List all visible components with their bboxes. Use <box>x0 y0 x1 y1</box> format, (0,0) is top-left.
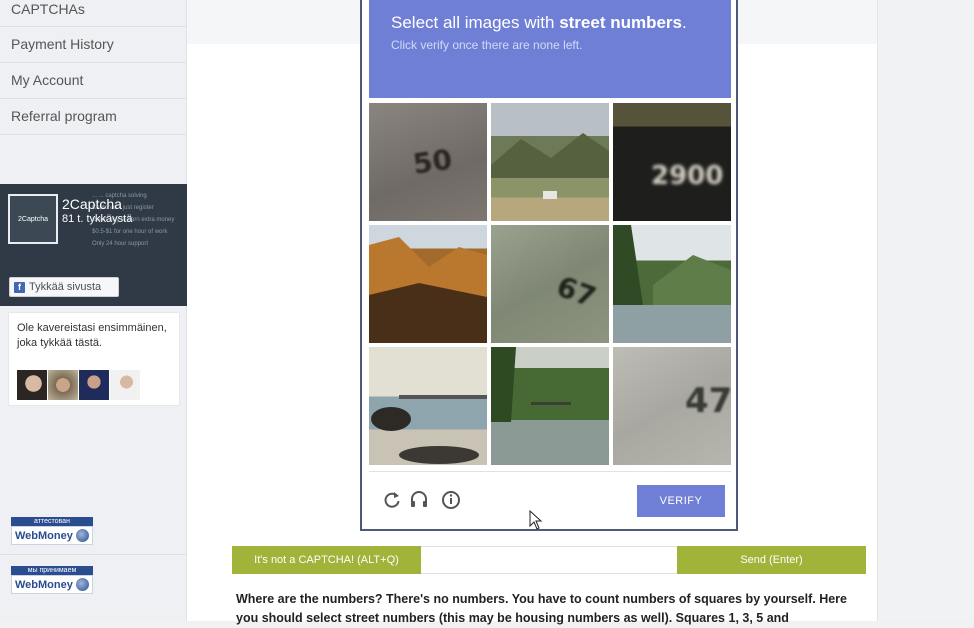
captcha-tile-1[interactable]: 50 <box>369 103 487 221</box>
facebook-like-button[interactable]: f Tykkää sivusta <box>9 277 119 297</box>
canyon-landscape <box>369 237 487 343</box>
friend-avatars <box>17 370 140 400</box>
avatar[interactable] <box>79 370 109 400</box>
webmoney-accepted-badge[interactable]: мы принимаем WebMoney <box>11 566 93 594</box>
globe-icon <box>76 529 89 542</box>
river-landscape <box>491 347 571 422</box>
divider <box>0 554 187 555</box>
facebook-page-logo[interactable]: 2Captcha <box>8 194 58 244</box>
street-number: 2900 <box>651 161 724 191</box>
captcha-tile-4[interactable] <box>369 225 487 343</box>
captcha-tile-grid: 50 2900 67 47 <box>369 103 731 466</box>
audio-icon[interactable] <box>409 490 429 510</box>
instructions-text: Where are the numbers? There's no number… <box>236 592 847 625</box>
facebook-friends-box: Ole kavereistasi ensimmäinen, joka tykkä… <box>8 312 180 406</box>
street-number: 50 <box>410 142 455 181</box>
facebook-page-widget: ... ... captcha solving Captchas - just … <box>0 184 187 306</box>
sidebar-item-captchas[interactable]: CAPTCHAs <box>0 0 186 27</box>
lake-landscape <box>613 225 731 305</box>
mouse-cursor-icon <box>529 510 543 530</box>
captcha-title: Select all images with street numbers. <box>391 13 687 32</box>
street-number: 47 <box>685 381 731 421</box>
facebook-friends-text: Ole kavereistasi ensimmäinen, joka tykkä… <box>17 322 167 349</box>
captcha-tile-3[interactable]: 2900 <box>613 103 731 221</box>
webmoney-attested-badge[interactable]: аттестован WebMoney <box>11 517 93 545</box>
info-icon[interactable] <box>441 490 461 510</box>
captcha-tile-5[interactable]: 67 <box>491 225 609 343</box>
sidebar-item-referral-program[interactable]: Referral program <box>0 99 186 135</box>
avatar[interactable] <box>48 370 78 400</box>
captcha-tile-2[interactable] <box>491 103 609 221</box>
captcha-header: Select all images with street numbers. C… <box>369 0 731 98</box>
reload-icon[interactable] <box>382 490 402 510</box>
verify-button[interactable]: VERIFY <box>637 485 725 517</box>
captcha-tile-7[interactable] <box>369 347 487 465</box>
mountain-landscape <box>491 133 609 199</box>
sidebar-item-my-account[interactable]: My Account <box>0 63 186 99</box>
not-captcha-button[interactable]: It's not a CAPTCHA! (ALT+Q) <box>232 546 421 574</box>
facebook-like-count: 81 t. tykkäystä <box>62 213 133 225</box>
captcha-footer: VERIFY <box>369 471 731 526</box>
avatar[interactable] <box>17 370 47 400</box>
globe-icon <box>76 578 89 591</box>
captcha-tile-9[interactable]: 47 <box>613 347 731 465</box>
sidebar-item-payment-history[interactable]: Payment History <box>0 27 186 63</box>
right-gutter <box>877 0 974 621</box>
facebook-page-name[interactable]: 2Captcha <box>62 196 122 212</box>
facebook-icon: f <box>14 281 25 293</box>
answer-input[interactable] <box>421 546 677 574</box>
facebook-like-label: Tykkää sivusta <box>29 281 102 293</box>
rocky-shore <box>371 395 487 464</box>
send-button[interactable]: Send (Enter) <box>677 546 866 574</box>
captcha-challenge: Select all images with street numbers. C… <box>360 0 738 531</box>
captcha-tile-6[interactable] <box>613 225 731 343</box>
street-number: 67 <box>552 269 601 314</box>
avatar[interactable] <box>110 370 140 400</box>
captcha-tile-8[interactable] <box>491 347 609 465</box>
captcha-subtitle: Click verify once there are none left. <box>391 38 583 52</box>
sidebar: CAPTCHAs Payment History My Account Refe… <box>0 0 187 621</box>
